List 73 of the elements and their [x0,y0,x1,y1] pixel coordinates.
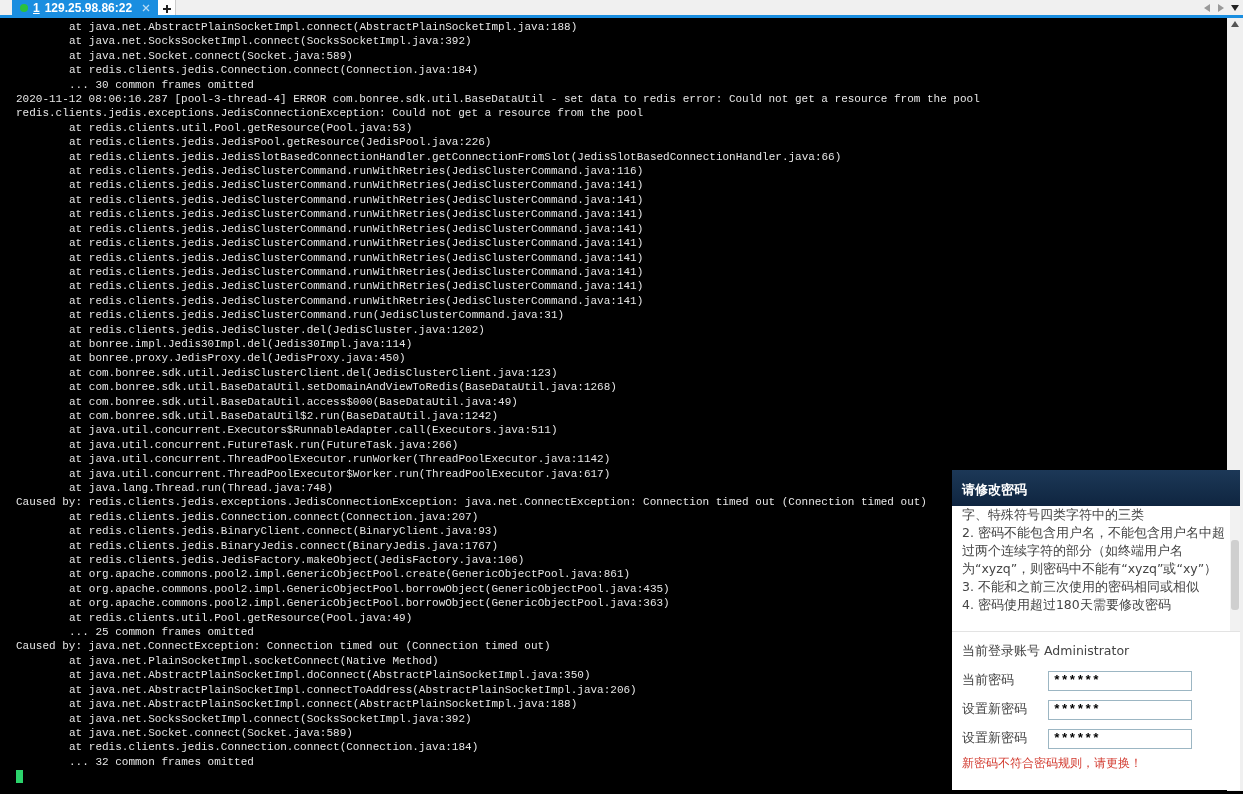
terminal-line: at redis.clients.jedis.JedisClusterCommand.runWithRetries(JedisClusterCommand.java:141) [69,294,644,307]
terminal-line: at redis.clients.jedis.JedisSlotBasedConnectionHandler.getConnectionFromSlot(JedisSlotBasedConnectionHandler.java:66) [69,150,842,163]
terminal-line: at redis.clients.jedis.JedisClusterCommand.runWithRetries(JedisClusterCommand.java:141) [69,222,644,235]
terminal-line: at redis.clients.util.Pool.getResource(Pool.java:49) [69,611,413,624]
cursor [16,770,23,784]
terminal-line: at java.net.SocksSocketImpl.connect(SocksSocketImpl.java:392) [69,35,472,48]
terminal-line: ... 25 common frames omitted [69,626,254,639]
terminal-line: 2020-11-12 08:06:16.287 [pool-3-thread-4] ERROR com.bonree.sdk.util.BaseDataUtil - set data to redis error: Could not get a resource from the pool [16,93,980,106]
terminal-line: at redis.clients.jedis.JedisClusterCommand.runWithRetries(JedisClusterCommand.java:141) [69,193,644,206]
terminal-line: at com.bonree.sdk.util.BaseDataUtil.setDomainAndViewToRedis(BaseDataUtil.java:1268) [69,381,617,394]
terminal-line: at com.bonree.sdk.util.JedisClusterClient.del(JedisClusterClient.java:123) [69,366,558,379]
terminal-line: at java.util.concurrent.Executors$RunnableAdapter.call(Executors.java:511) [69,424,558,437]
terminal-line: at redis.clients.jedis.BinaryClient.connect(BinaryClient.java:93) [69,525,499,538]
error-message: 新密码不符合密码规则，请更换！ [961,754,1143,772]
terminal-line: at java.net.PlainSocketImpl.socketConnect(Native Method) [69,654,439,667]
new-tab-button[interactable] [158,0,176,15]
password-field[interactable]: ****** [1048,670,1192,691]
terminal-line: at redis.clients.jedis.JedisClusterCommand.runWithRetries(JedisClusterCommand.java:141) [69,251,644,264]
terminal-line: at org.apache.commons.pool2.impl.GenericObjectPool.create(GenericObjectPool.java:861) [69,568,631,581]
terminal-line: at java.util.concurrent.ThreadPoolExecutor$Worker.run(ThreadPoolExecutor.java:617) [69,467,611,480]
terminal-line: at redis.clients.jedis.Connection.connect(Connection.java:207) [69,510,479,523]
terminal-line: at com.bonree.sdk.util.BaseDataUtil$2.run(BaseDataUtil.java:1242) [69,409,499,422]
status-dot [20,3,28,12]
terminal-line: at redis.clients.jedis.JedisClusterCommand.runWithRetries(JedisClusterCommand.java:141) [69,179,644,192]
dialog-title: 请修改密码 [952,470,1240,506]
rule-text: 4. 密码使用超过180天需要修改密码 [962,596,1172,614]
terminal-line: at java.net.Socket.connect(Socket.java:589) [69,49,353,62]
terminal-line: at org.apache.commons.pool2.impl.GenericObjectPool.borrowObject(GenericObjectPool.java:363) [69,597,670,610]
terminal-line: at java.util.concurrent.ThreadPoolExecutor.runWorker(ThreadPoolExecutor.java:1142) [69,453,611,466]
terminal-line: Caused by: redis.clients.jedis.exceptions.JedisConnectionException: java.net.ConnectException: Connection timed out (Connection timed out) [16,496,927,509]
terminal-line: at redis.clients.jedis.JedisPool.getResource(JedisPool.java:226) [69,136,492,149]
terminal-line: at redis.clients.jedis.BinaryJedis.connect(BinaryJedis.java:1767) [69,539,499,552]
terminal-line: at redis.clients.jedis.Connection.connect(Connection.java:184) [69,64,479,77]
terminal-line: at org.apache.commons.pool2.impl.GenericObjectPool.borrowObject(GenericObjectPool.java:435) [69,582,670,595]
terminal-line: ... 32 common frames omitted [69,755,254,768]
terminal-line: at redis.clients.jedis.JedisClusterCommand.runWithRetries(JedisClusterCommand.java:141) [69,265,644,278]
terminal-line: at com.bonree.sdk.util.BaseDataUtil.access$000(BaseDataUtil.java:49) [69,395,518,408]
scroll-up-icon[interactable] [1231,20,1239,28]
rule-text: 字、特殊符号四类字符中的三类 [962,506,1145,524]
terminal-line: at java.net.Socket.connect(Socket.java:589) [69,726,353,739]
scrollbar[interactable] [1230,506,1240,631]
terminal-line: Caused by: java.net.ConnectException: Connection timed out (Connection timed out) [16,640,551,653]
terminal-line: at redis.clients.jedis.JedisCluster.del(JedisCluster.java:1202) [69,323,485,336]
terminal-line: at redis.clients.jedis.JedisClusterCommand.run(JedisClusterCommand.java:31) [69,309,565,322]
session-tab[interactable]: 1 129.25.98.86:22 [12,0,158,15]
rule-text: 2. 密码不能包含用户名，不能包含用户名中超过两个连续字符的部分（如终端用户名为“xyzq”，则密码中不能有“xyzq”或“xy”） [962,524,1226,578]
terminal-line: at redis.clients.jedis.JedisFactory.makeObject(JedisFactory.java:106) [69,554,525,567]
account-text: 当前登录账号 Administrator [961,642,1131,660]
terminal-line: at bonree.proxy.JedisProxy.del(JedisProxy.java:450) [69,352,406,365]
rule-text: 3. 不能和之前三次使用的密码相同或相似 [962,578,1200,596]
field-label: 设置新密码 [962,700,1028,719]
terminal-line: at redis.clients.jedis.JedisClusterCommand.runWithRetries(JedisClusterCommand.java:141) [69,208,644,221]
terminal-line: redis.clients.jedis.exceptions.JedisConnectionException: Could not get a resource from the pool [16,107,644,120]
terminal-line: ... 30 common frames omitted [69,78,254,91]
password-field[interactable]: ****** [1048,728,1192,749]
terminal-line: at redis.clients.jedis.JedisClusterCommand.runWithRetries(JedisClusterCommand.java:141) [69,237,644,250]
terminal-line: at redis.clients.util.Pool.getResource(Pool.java:53) [69,121,413,134]
password-field[interactable]: ****** [1048,699,1192,720]
terminal-line: at java.net.SocksSocketImpl.connect(SocksSocketImpl.java:392) [69,712,472,725]
terminal-line: at java.net.AbstractPlainSocketImpl.connect(AbstractPlainSocketImpl.java:188) [69,698,578,711]
terminal-line: at bonree.impl.Jedis30Impl.del(Jedis30Impl.java:114) [69,337,413,350]
field-label: 设置新密码 [962,729,1028,748]
terminal-line: at redis.clients.jedis.JedisClusterCommand.runWithRetries(JedisClusterCommand.java:116) [69,165,644,178]
field-label: 当前密码 [962,671,1015,690]
terminal-line: at java.lang.Thread.run(Thread.java:748) [69,482,334,494]
terminal-line: at java.net.AbstractPlainSocketImpl.doConnect(AbstractPlainSocketImpl.java:350) [69,669,591,682]
terminal-line: at java.net.AbstractPlainSocketImpl.connectToAddress(AbstractPlainSocketImpl.java:206) [69,683,637,696]
terminal-line: at redis.clients.jedis.Connection.connect(Connection.java:184) [69,741,479,754]
terminal-line: at redis.clients.jedis.JedisClusterCommand.runWithRetries(JedisClusterCommand.java:141) [69,280,644,293]
terminal-line: at java.net.AbstractPlainSocketImpl.connect(AbstractPlainSocketImpl.java:188) [69,21,578,33]
terminal-line: at java.util.concurrent.FutureTask.run(FutureTask.java:266) [69,438,459,451]
plus-icon [161,4,172,15]
dropdown-icon[interactable] [1231,3,1239,12]
